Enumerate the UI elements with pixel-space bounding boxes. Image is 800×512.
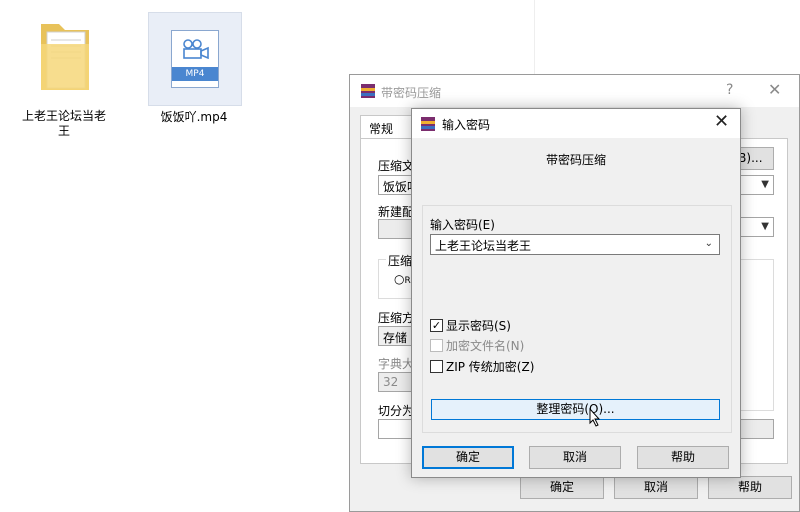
zip-legacy-label: ZIP 传统加密(Z) [446, 360, 535, 374]
help-icon[interactable]: ? [726, 82, 733, 98]
ok-button[interactable]: 确定 [520, 476, 604, 499]
video-file-tile: MP4 [148, 12, 242, 106]
zip-legacy-checkbox[interactable]: ZIP 传统加密(Z) [430, 358, 534, 375]
show-password-label: 显示密码(S) [446, 319, 511, 333]
password-dialog-titlebar[interactable]: 输入密码 ✕ [412, 109, 740, 138]
encrypt-filenames-label: 加密文件名(N) [446, 339, 525, 353]
password-label: 输入密码(E) [430, 218, 495, 232]
new-config-label: 新建配 [378, 205, 415, 219]
format-group-label: 压缩 [386, 252, 415, 269]
password-input[interactable]: 上老王论坛当老王 ⌄ [430, 234, 720, 255]
password-value: 上老王论坛当老王 [435, 239, 532, 253]
dictionary-label: 字典大 [378, 357, 415, 371]
compress-dialog-title: 带密码压缩 [381, 86, 442, 100]
help-button[interactable]: 帮助 [637, 446, 729, 469]
tab-general[interactable]: 常规 [360, 115, 412, 139]
desktop-folder[interactable]: 上老王论坛当老王 [18, 14, 110, 139]
split-label: 切分为 [378, 404, 415, 418]
password-dialog-title: 输入密码 [442, 118, 491, 132]
mp4-badge: MP4 [172, 67, 218, 81]
chevron-down-icon: ⌄ [704, 238, 713, 249]
video-file-label: 饭饭吖.mp4 [160, 110, 228, 124]
checkbox-empty-icon [430, 339, 443, 352]
close-icon[interactable]: ✕ [714, 111, 729, 132]
close-icon[interactable]: ✕ [768, 80, 781, 99]
desktop-video-file[interactable]: MP4 饭饭吖.mp4 [148, 12, 242, 125]
cancel-button[interactable]: 取消 [614, 476, 698, 499]
format-radio[interactable]: ○R [394, 272, 411, 286]
help-button[interactable]: 帮助 [708, 476, 792, 499]
background-divider [534, 0, 535, 75]
video-camera-icon [183, 39, 209, 59]
show-password-checkbox[interactable]: ✓ 显示密码(S) [430, 317, 511, 334]
password-dialog-heading: 带密码压缩 [545, 153, 606, 167]
chevron-down-icon: ▼ [761, 221, 769, 232]
chevron-down-icon: ▼ [761, 179, 769, 190]
encrypt-filenames-checkbox[interactable]: 加密文件名(N) [430, 337, 524, 354]
organize-passwords-button[interactable]: 整理密码(O)... [431, 399, 720, 420]
cancel-button[interactable]: 取消 [529, 446, 621, 469]
checkmark-icon: ✓ [430, 319, 443, 332]
options-field[interactable] [738, 419, 774, 439]
method-label: 压缩方 [378, 311, 415, 325]
folder-label: 上老王论坛当老王 [21, 109, 106, 138]
options-list [738, 259, 774, 411]
folder-icon [41, 24, 89, 90]
method-value: 存储 [383, 331, 408, 345]
mp4-file-icon: MP4 [171, 30, 219, 88]
password-dialog: 输入密码 ✕ 带密码压缩 输入密码(E) 上老王论坛当老王 ⌄ ✓ 显示密码(S… [411, 108, 741, 478]
mouse-pointer-icon [589, 408, 601, 427]
ok-button[interactable]: 确定 [422, 446, 514, 469]
dictionary-value: 32 [383, 375, 399, 389]
checkbox-empty-icon [430, 360, 443, 373]
compress-dialog-titlebar[interactable]: 带密码压缩 ? ✕ [350, 75, 799, 107]
archive-name-label: 压缩文 [378, 159, 415, 173]
winrar-icon [361, 84, 375, 98]
winrar-icon [421, 117, 435, 131]
